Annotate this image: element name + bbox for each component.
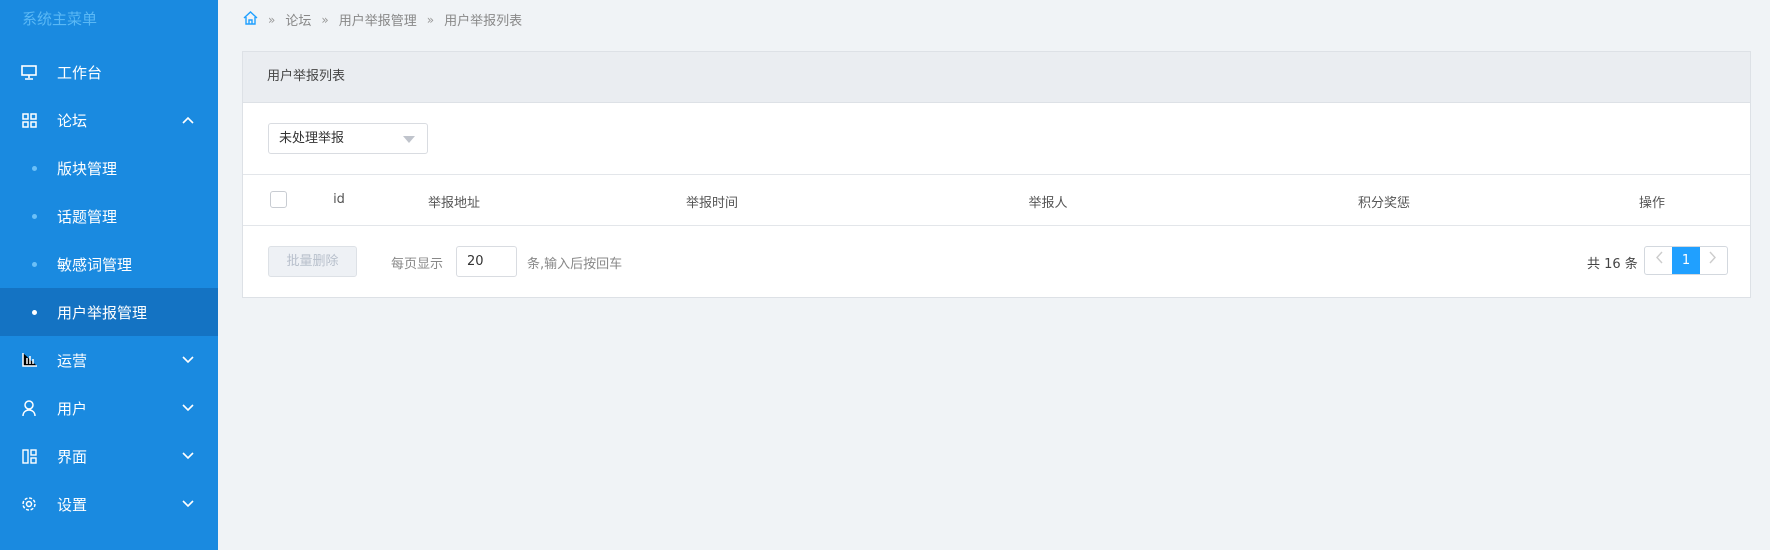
column-header-points: 积分奖惩 <box>1357 196 1411 211</box>
caret-down-icon <box>403 136 415 143</box>
column-header-url: 举报地址 <box>427 196 481 211</box>
filter-bar: 未处理举报 <box>243 103 1750 175</box>
pagination: 1 <box>1644 246 1728 275</box>
layout-icon <box>20 447 38 465</box>
chevron-down-icon <box>182 401 194 415</box>
breadcrumb-item: 用户举报列表 <box>444 14 523 29</box>
sidebar-title: 系统主菜单 <box>22 10 98 28</box>
select-all-checkbox[interactable] <box>270 191 287 208</box>
batch-delete-button[interactable]: 批量删除 <box>268 246 357 277</box>
separator-icon: » <box>426 12 435 27</box>
sidebar-item-workbench[interactable]: 工作台 <box>0 48 218 96</box>
chevron-up-icon <box>182 113 194 127</box>
table-header: id 举报地址 举报时间 举报人 积分奖惩 操作 <box>243 175 1750 226</box>
sidebar-item-user-reports[interactable]: 用户举报管理 <box>0 288 218 336</box>
sidebar-item-interface[interactable]: 界面 <box>0 432 218 480</box>
report-list-card: 用户举报列表 未处理举报 id 举报地址 举报时间 举报人 积分奖惩 操作 批量… <box>242 51 1751 298</box>
sidebar-item-board[interactable]: 版块管理 <box>0 144 218 192</box>
sidebar-item-sensitive-words[interactable]: 敏感词管理 <box>0 240 218 288</box>
status-filter-select[interactable]: 未处理举报 <box>268 123 428 154</box>
prev-page-button[interactable] <box>1645 247 1672 274</box>
breadcrumb: » 论坛 » 用户举报管理 » 用户举报列表 <box>243 10 522 29</box>
page-1-button[interactable]: 1 <box>1672 247 1700 274</box>
total-count: 共 16 条 <box>1587 257 1638 272</box>
gear-icon <box>20 495 38 513</box>
sidebar-item-users[interactable]: 用户 <box>0 384 218 432</box>
sidebar: 系统主菜单 工作台 论坛 版块管理 话题管理 敏感词管理 用户举报管理 运营 用… <box>0 0 218 550</box>
per-page-hint: 条,输入后按回车 <box>527 257 623 272</box>
column-header-actions: 操作 <box>1638 196 1666 211</box>
bullet-icon <box>32 309 37 315</box>
table-footer: 批量删除 每页显示 条,输入后按回车 共 16 条 1 <box>243 226 1750 298</box>
per-page-input[interactable] <box>456 246 517 277</box>
bar-chart-icon <box>20 351 38 369</box>
sidebar-item-settings[interactable]: 设置 <box>0 480 218 528</box>
breadcrumb-item[interactable]: 论坛 <box>285 10 311 29</box>
chevron-down-icon <box>182 449 194 463</box>
column-header-reporter: 举报人 <box>1028 196 1068 211</box>
bullet-icon <box>32 213 37 219</box>
sidebar-item-operations[interactable]: 运营 <box>0 336 218 384</box>
card-title: 用户举报列表 <box>243 52 1750 103</box>
chevron-down-icon <box>182 353 194 367</box>
home-icon[interactable] <box>243 10 258 29</box>
chevron-down-icon <box>182 497 194 511</box>
bullet-icon <box>32 165 37 171</box>
user-icon <box>20 399 38 417</box>
sidebar-item-topic[interactable]: 话题管理 <box>0 192 218 240</box>
next-page-button[interactable] <box>1700 247 1727 274</box>
column-header-time: 举报时间 <box>685 196 739 211</box>
bullet-icon <box>32 261 37 267</box>
sidebar-item-forum[interactable]: 论坛 <box>0 96 218 144</box>
column-header-id: id <box>333 192 345 207</box>
separator-icon: » <box>321 12 329 27</box>
grid-icon <box>20 111 38 129</box>
separator-icon: » <box>268 12 276 27</box>
status-filter-value: 未处理举报 <box>279 131 345 146</box>
per-page-label: 每页显示 <box>391 257 444 272</box>
monitor-icon <box>20 63 38 81</box>
breadcrumb-item[interactable]: 用户举报管理 <box>339 10 417 29</box>
